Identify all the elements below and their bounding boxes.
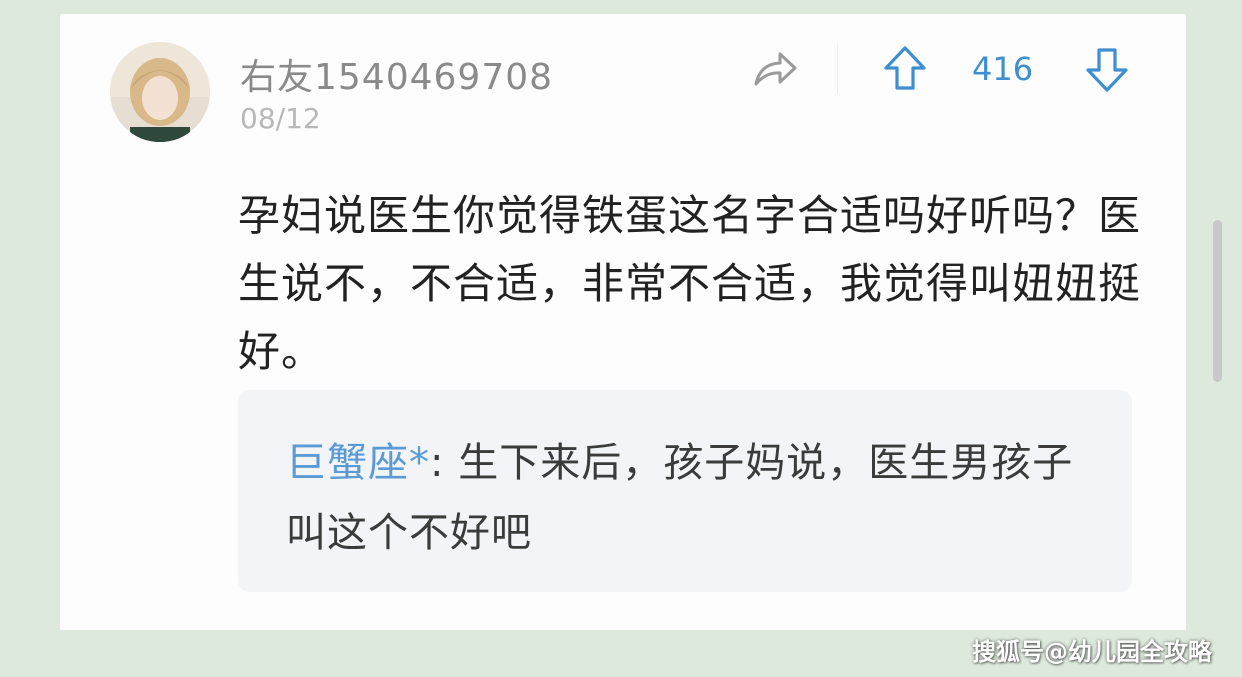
downvote-button[interactable] (1082, 44, 1132, 94)
reply-author[interactable]: 巨蟹座* (286, 440, 430, 486)
vote-count: 416 (972, 50, 1034, 88)
watermark: 搜狐号@幼儿园全攻略 (972, 638, 1212, 666)
divider (837, 44, 838, 94)
arrow-up-icon (884, 46, 926, 90)
scrollbar[interactable] (1213, 220, 1222, 382)
username[interactable]: 右友1540469708 (240, 48, 553, 100)
share-button[interactable] (750, 46, 800, 92)
share-icon (754, 52, 797, 86)
comment-card: 右友1540469708 08/12 416 孕妇说医生你觉得铁蛋这名字合适吗好… (60, 14, 1186, 630)
comment-body: 孕妇说医生你觉得铁蛋这名字合适吗好听吗？医生说不，不合适，非常不合适，我觉得叫妞… (238, 191, 1142, 376)
reply-separator: : (430, 440, 459, 486)
arrow-down-icon (1086, 48, 1128, 92)
avatar[interactable] (110, 42, 210, 142)
reply-box[interactable]: 巨蟹座*: 生下来后，孩子妈说，医生男孩子叫这个不好吧 (238, 390, 1132, 592)
reply-content: 巨蟹座*: 生下来后，孩子妈说，医生男孩子叫这个不好吧 (286, 428, 1106, 568)
post-date: 08/12 (240, 102, 321, 135)
upvote-button[interactable] (880, 44, 930, 94)
